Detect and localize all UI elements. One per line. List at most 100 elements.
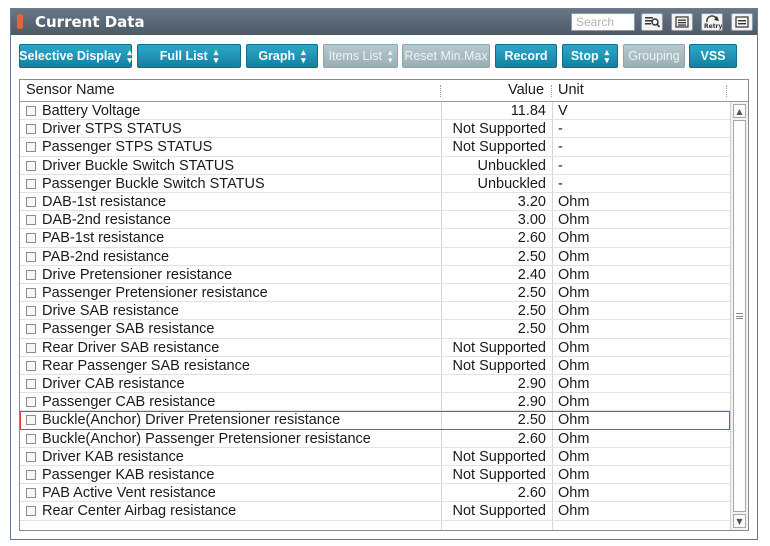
sensor-value: 2.40 xyxy=(517,266,546,283)
sensor-unit: - xyxy=(558,157,563,174)
row-checkbox[interactable] xyxy=(26,451,36,462)
table-row[interactable]: Rear Passenger SAB resistance Not Support… xyxy=(20,357,730,375)
title-marker-icon xyxy=(17,14,23,29)
sensor-name: PAB-2nd resistance xyxy=(42,248,170,265)
table-row[interactable]: Rear Center Airbag resistance Not Support… xyxy=(20,502,730,521)
column-separator[interactable] xyxy=(551,85,552,97)
items-list-button[interactable]: Items List ▴ ▾ xyxy=(323,44,398,68)
table-row[interactable]: Driver STPS STATUS Not Supported - xyxy=(20,120,730,139)
table-row[interactable]: Buckle(Anchor) Passenger Pretensioner re… xyxy=(20,430,730,448)
table-row[interactable]: Driver CAB resistance 2.90 Ohm xyxy=(20,375,730,394)
table-row[interactable]: PAB Active Vent resistance 2.60 Ohm xyxy=(20,484,730,503)
menu-icon[interactable] xyxy=(731,13,753,31)
grouping-button[interactable]: Grouping xyxy=(623,44,685,68)
table-row[interactable]: DAB-1st resistance 3.20 Ohm xyxy=(20,193,730,212)
scroll-up-icon[interactable]: ▲ xyxy=(733,104,746,118)
current-data-window: Current Data Search Retry Selective Disp… xyxy=(10,8,758,540)
row-checkbox[interactable] xyxy=(26,197,36,207)
row-checkbox[interactable] xyxy=(26,470,36,480)
table-row[interactable]: Drive SAB resistance 2.50 Ohm xyxy=(20,302,730,321)
sensor-unit: Ohm xyxy=(558,285,590,301)
table-row[interactable]: Rear Driver SAB resistance Not Supported O… xyxy=(20,339,730,357)
row-checkbox[interactable] xyxy=(26,324,36,335)
retry-icon[interactable]: Retry xyxy=(701,13,723,31)
row-checkbox[interactable] xyxy=(26,142,36,153)
spinner-icon: ▴ ▾ xyxy=(301,47,306,65)
row-checkbox[interactable] xyxy=(26,342,36,353)
table-row[interactable]: Passenger KAB resistance Not Supported Ohm xyxy=(20,466,730,485)
table-row[interactable]: Driver Buckle Switch STATUS Unbuckled - xyxy=(20,157,730,175)
sensor-value: 3.20 xyxy=(517,194,546,210)
sensor-value: Not Supported xyxy=(452,467,546,483)
search-input[interactable]: Search xyxy=(571,13,635,31)
selective-display-button[interactable]: Selective Display ▴ ▾ xyxy=(19,44,132,68)
vss-button[interactable]: VSS xyxy=(689,44,737,68)
vss-label: VSS xyxy=(700,49,726,63)
reset-min-max-button[interactable]: Reset Min.Max xyxy=(402,44,490,68)
graph-button[interactable]: Graph ▴ ▾ xyxy=(246,44,318,68)
sensor-value: 11.84 xyxy=(510,103,546,119)
row-checkbox[interactable] xyxy=(26,160,36,171)
sensor-unit: Ohm xyxy=(558,266,590,283)
sensor-value: Not Supported xyxy=(452,139,546,156)
sensor-unit: Ohm xyxy=(558,430,590,447)
row-checkbox[interactable] xyxy=(26,178,36,189)
search-list-icon[interactable] xyxy=(641,13,663,31)
vertical-scrollbar[interactable]: ▲ ▼ xyxy=(730,102,748,530)
scroll-thumb[interactable] xyxy=(733,120,746,512)
table-row[interactable]: DAB-2nd resistance 3.00 Ohm xyxy=(20,211,730,230)
sensor-unit: V xyxy=(558,103,568,119)
table-row[interactable]: Passenger STPS STATUS Not Supported - xyxy=(20,138,730,157)
table-row[interactable]: PAB-2nd resistance 2.50 Ohm xyxy=(20,248,730,266)
items-list-label: Items List xyxy=(328,49,382,63)
row-checkbox[interactable] xyxy=(26,488,36,499)
record-label: Record xyxy=(504,49,548,63)
list-icon[interactable] xyxy=(671,13,693,31)
stop-label: Stop xyxy=(570,49,599,63)
column-separator[interactable] xyxy=(440,85,441,97)
row-checkbox[interactable] xyxy=(26,233,36,244)
table-row[interactable]: Buckle(Anchor) Driver Pretensioner resis… xyxy=(20,411,730,430)
column-separator[interactable] xyxy=(726,85,727,97)
sensor-unit: Ohm xyxy=(558,212,590,229)
table-row[interactable]: PAB-1st resistance 2.60 Ohm xyxy=(20,229,730,248)
table-row[interactable]: Passenger CAB resistance 2.90 Ohm xyxy=(20,393,730,412)
row-checkbox[interactable] xyxy=(26,360,36,371)
table-row[interactable]: Passenger Pretensioner resistance 2.50 Ohm xyxy=(20,284,730,303)
row-checkbox[interactable] xyxy=(26,124,36,135)
spinner-icon: ▴ ▾ xyxy=(604,47,610,65)
column-value[interactable]: Value xyxy=(508,82,544,98)
table-row[interactable]: Passenger Buckle Switch STATUS Unbuckled - xyxy=(20,175,730,193)
sensor-name: Rear Passenger SAB resistance xyxy=(42,357,250,374)
table-row[interactable]: Battery Voltage 11.84 V xyxy=(20,102,730,121)
row-checkbox[interactable] xyxy=(26,251,36,262)
full-list-button[interactable]: Full List ▴ ▾ xyxy=(137,44,241,68)
row-checkbox[interactable] xyxy=(26,379,36,389)
row-checkbox[interactable] xyxy=(26,415,36,426)
row-checkbox[interactable] xyxy=(26,397,36,408)
sensor-unit: Ohm xyxy=(558,339,590,356)
column-unit[interactable]: Unit xyxy=(558,82,584,98)
sensor-unit: - xyxy=(558,175,563,192)
sensor-name: Passenger Pretensioner resistance xyxy=(42,285,268,301)
sensor-name: Rear Center Airbag resistance xyxy=(42,503,237,520)
table-row[interactable]: Drive Pretensioner resistance 2.40 Ohm xyxy=(20,266,730,284)
table-row[interactable]: Passenger SAB resistance 2.50 Ohm xyxy=(20,320,730,339)
row-checkbox[interactable] xyxy=(26,288,36,298)
scroll-down-icon[interactable]: ▼ xyxy=(733,514,746,528)
sensor-name: Drive Pretensioner resistance xyxy=(42,266,233,283)
row-checkbox[interactable] xyxy=(26,306,36,317)
row-checkbox[interactable] xyxy=(26,106,36,116)
row-checkbox[interactable] xyxy=(26,506,36,517)
sensor-unit: Ohm xyxy=(558,394,590,411)
record-button[interactable]: Record xyxy=(495,44,557,68)
sensor-value: 2.50 xyxy=(517,303,546,320)
stop-button[interactable]: Stop ▴ ▾ xyxy=(562,44,618,68)
row-checkbox[interactable] xyxy=(26,269,36,280)
sensor-name: Rear Driver SAB resistance xyxy=(42,339,220,356)
sensor-name: Passenger CAB resistance xyxy=(42,394,216,411)
column-sensor-name[interactable]: Sensor Name xyxy=(26,82,115,98)
row-checkbox[interactable] xyxy=(26,433,36,444)
table-row[interactable]: Driver KAB resistance Not Supported Ohm xyxy=(20,448,730,466)
row-checkbox[interactable] xyxy=(26,215,36,226)
